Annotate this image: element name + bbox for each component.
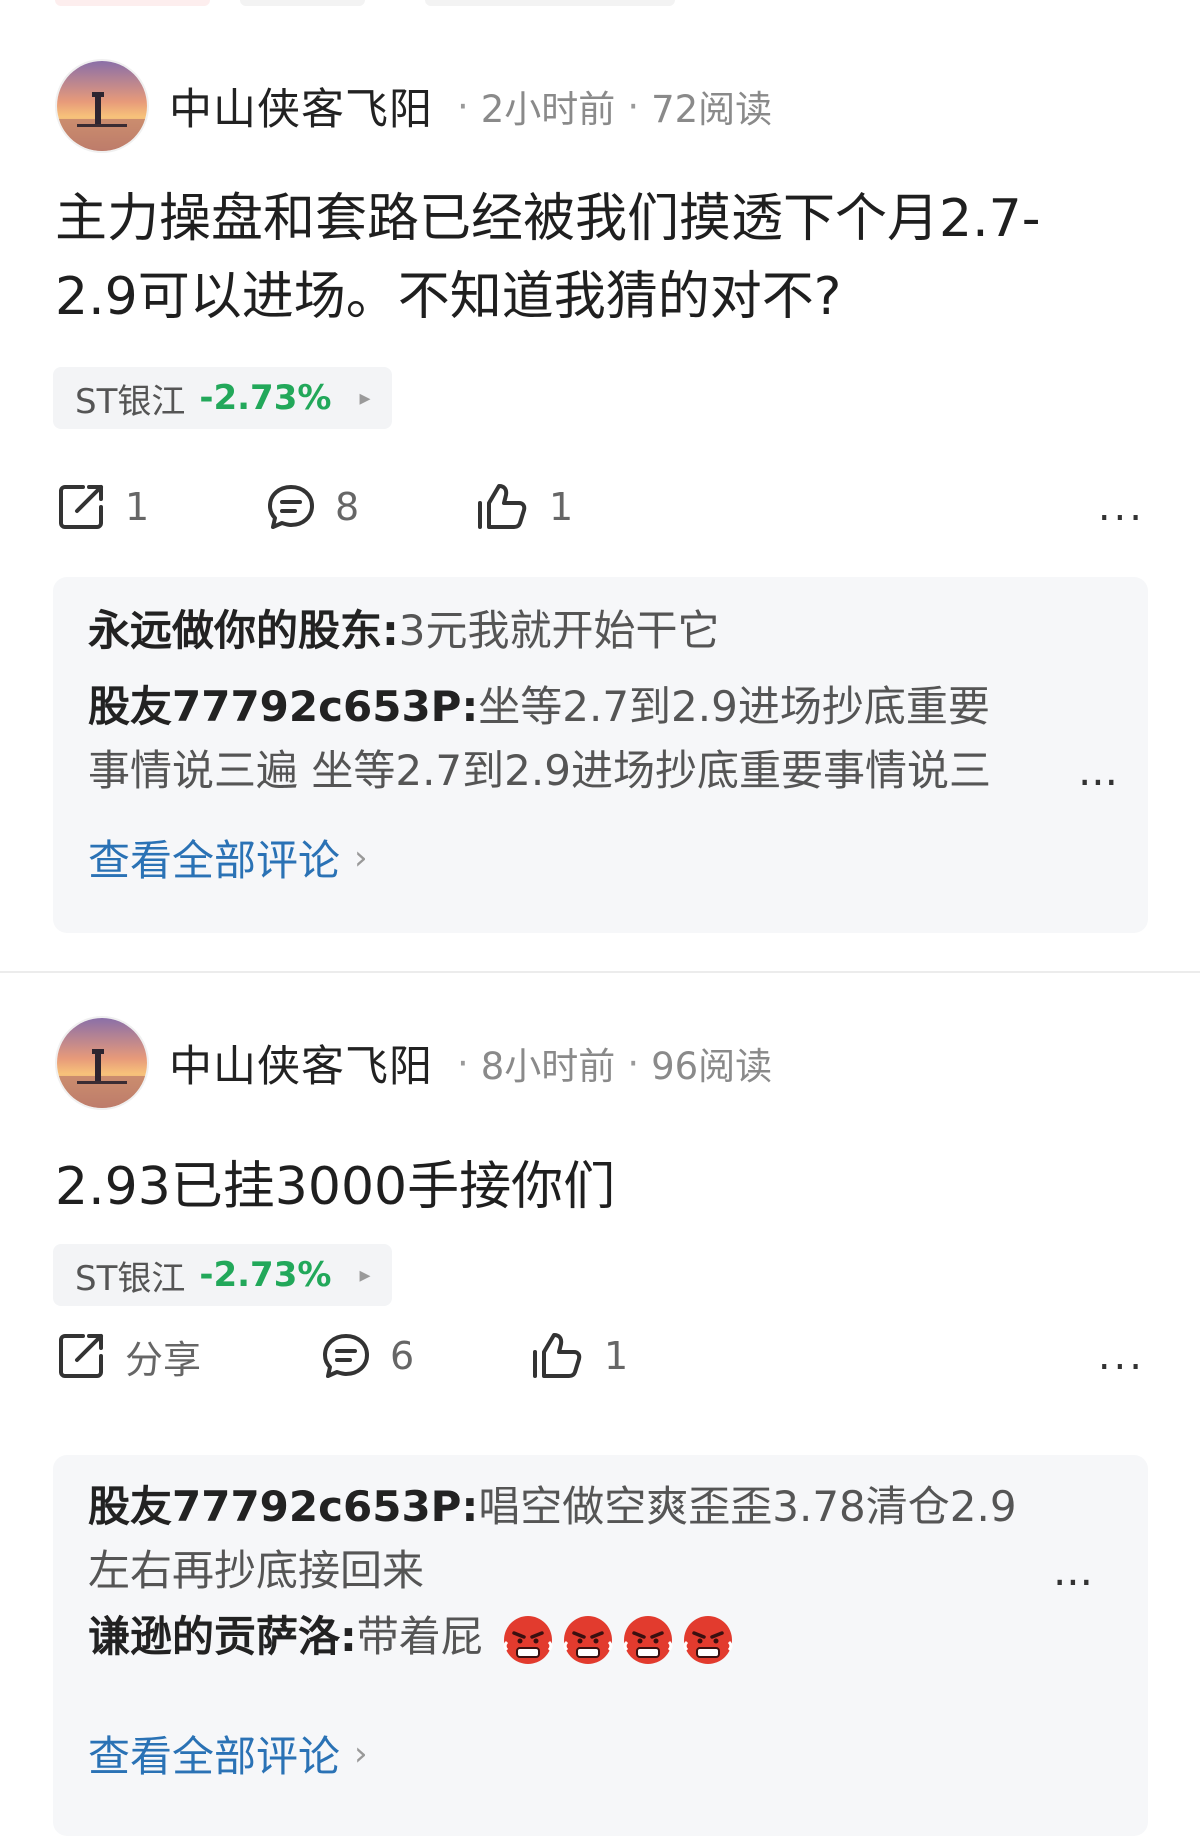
arrow-right-icon: ▸: [359, 385, 371, 411]
angry-emoji-icon: [623, 1615, 673, 1664]
more-icon[interactable]: ...: [1098, 1321, 1145, 1391]
meta-separator: ·: [627, 1041, 640, 1085]
comment-ellipsis: ...: [1077, 746, 1118, 795]
more-icon[interactable]: ...: [1098, 472, 1145, 542]
emoji-row: [502, 1614, 742, 1666]
comment-count: 6: [390, 1334, 415, 1378]
comment-user[interactable]: 永远做你的股东:: [88, 606, 399, 655]
angry-emoji-icon: [563, 1615, 613, 1664]
comment-user[interactable]: 股友77792c653P:: [88, 1482, 478, 1531]
share-icon: [55, 1330, 107, 1382]
comment-text: 唱空做空爽歪歪3.78清仓2.9: [478, 1482, 1017, 1531]
angry-emoji-icon: [503, 1615, 553, 1664]
comment-user[interactable]: 股友77792c653P:: [88, 682, 478, 731]
stock-tag[interactable]: ST银江 -2.73% ▸: [53, 1244, 393, 1306]
stock-name: ST银江: [75, 1258, 186, 1299]
like-icon: [475, 481, 531, 533]
view-all-comments-link[interactable]: 查看全部评论 ›: [88, 1723, 368, 1784]
author-name[interactable]: 中山侠客飞阳: [169, 75, 433, 137]
post-time: 2小时前: [480, 88, 616, 131]
comment-item: 股友77792c653P:唱空做空爽歪歪3.78清仓2.9 左右再抄底接回来..…: [88, 1475, 1118, 1603]
meta-separator: ·: [627, 84, 640, 128]
comment-text: 3元我就开始干它: [398, 606, 720, 655]
post-content-line: 主力操盘和套路已经被我们摸透下个月2.7-: [55, 189, 1041, 249]
post-header: 中山侠客飞阳 · 8小时前 · 96阅读: [55, 1015, 772, 1111]
post-content[interactable]: 2.93已挂3000手接你们: [55, 1148, 1135, 1226]
comment-text: 左右再抄底接回来: [88, 1546, 425, 1595]
comment-ellipsis: ...: [1052, 1546, 1093, 1595]
comment-text: 坐等2.7到2.9进场抄底重要: [478, 682, 990, 731]
comment-text: 带着屁: [356, 1612, 483, 1661]
avatar[interactable]: [55, 1016, 149, 1110]
like-icon: [530, 1330, 586, 1382]
comment-item: 股友77792c653P:坐等2.7到2.9进场抄底重要 事情说三遍 坐等2.7…: [88, 675, 1118, 803]
chevron-right-icon: ›: [354, 837, 368, 878]
view-all-comments-link[interactable]: 查看全部评论 ›: [88, 827, 368, 888]
action-bar: 1 8 1 ...: [55, 472, 1145, 542]
share-count: 1: [125, 485, 150, 529]
arrow-right-icon: ▸: [359, 1262, 371, 1288]
share-icon: [55, 481, 107, 533]
stock-name: ST银江: [75, 381, 186, 422]
cropped-tab-2: [240, 0, 365, 6]
meta-separator: ·: [457, 1041, 469, 1085]
cropped-tab-1: [55, 0, 210, 6]
comment-icon: [320, 1330, 372, 1382]
like-count: 1: [549, 485, 574, 529]
avatar[interactable]: [55, 59, 149, 153]
share-button[interactable]: 1: [55, 481, 265, 533]
post-content[interactable]: 主力操盘和套路已经被我们摸透下个月2.7- 2.9可以进场。不知道我猜的对不?: [55, 180, 1135, 336]
stock-change: -2.73%: [199, 378, 332, 418]
chevron-right-icon: ›: [354, 1733, 368, 1774]
stock-tag[interactable]: ST银江 -2.73% ▸: [53, 367, 393, 429]
cropped-tab-3: [425, 0, 675, 6]
post-content-line: 2.9可以进场。不知道我猜的对不?: [55, 267, 842, 327]
post-reads: 72阅读: [651, 88, 773, 131]
post-reads: 96阅读: [651, 1045, 773, 1088]
comment-user[interactable]: 谦逊的贡萨洛:: [88, 1612, 357, 1661]
comment-preview-box[interactable]: 永远做你的股东:3元我就开始干它 股友77792c653P:坐等2.7到2.9进…: [53, 577, 1148, 933]
comment-item: 谦逊的贡萨洛:带着屁: [88, 1605, 1118, 1669]
comment-count: 8: [335, 485, 360, 529]
angry-emoji-icon: [683, 1615, 733, 1664]
post-content-line: 2.93已挂3000手接你们: [55, 1157, 616, 1217]
like-button[interactable]: 1: [530, 1330, 730, 1382]
stock-change: -2.73%: [199, 1255, 332, 1295]
comment-preview-box[interactable]: 股友77792c653P:唱空做空爽歪歪3.78清仓2.9 左右再抄底接回来..…: [53, 1455, 1148, 1836]
post-divider: [0, 971, 1200, 973]
post-header: 中山侠客飞阳 · 2小时前 · 72阅读: [55, 58, 772, 154]
like-button[interactable]: 1: [475, 481, 675, 533]
post-time: 8小时前: [480, 1045, 616, 1088]
comment-icon: [265, 481, 317, 533]
post-meta: · 8小时前 · 96阅读: [445, 1036, 772, 1090]
comment-text: 事情说三遍 坐等2.7到2.9进场抄底重要事情说三: [88, 746, 991, 795]
comment-button[interactable]: 6: [320, 1330, 530, 1382]
share-label: 分享: [125, 1337, 202, 1382]
comment-button[interactable]: 8: [265, 481, 475, 533]
post-meta: · 2小时前 · 72阅读: [445, 79, 772, 133]
meta-separator: ·: [457, 84, 469, 128]
author-name[interactable]: 中山侠客飞阳: [169, 1032, 433, 1094]
comment-item: 永远做你的股东:3元我就开始干它: [88, 599, 1118, 663]
like-count: 1: [604, 1334, 629, 1378]
view-all-label: 查看全部评论: [88, 1732, 341, 1781]
view-all-label: 查看全部评论: [88, 836, 341, 885]
share-button[interactable]: 分享: [55, 1329, 320, 1384]
action-bar: 分享 6 1 ...: [55, 1321, 1145, 1391]
